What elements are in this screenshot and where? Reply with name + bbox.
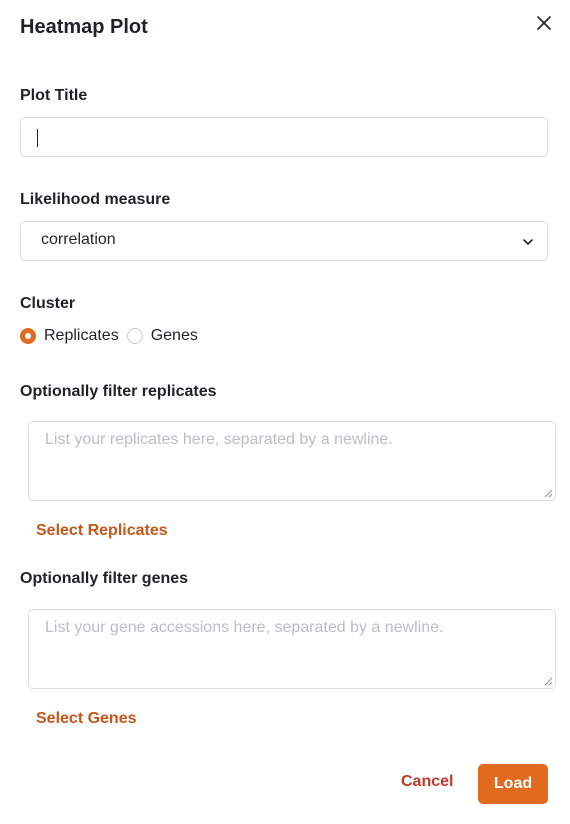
cancel-button[interactable]: Cancel: [401, 773, 453, 791]
cluster-radio-group: Replicates Genes: [20, 326, 198, 346]
dialog-title: Heatmap Plot: [20, 16, 148, 38]
likelihood-measure-select[interactable]: correlation: [20, 221, 548, 261]
text-caret: [37, 129, 38, 147]
close-button[interactable]: [534, 13, 554, 33]
replicates-placeholder: List your replicates here, separated by …: [45, 431, 393, 448]
select-genes-button[interactable]: Select Genes: [36, 710, 137, 728]
close-icon: [537, 16, 551, 30]
resize-grip-icon[interactable]: [544, 677, 553, 686]
genes-placeholder: List your gene accessions here, separate…: [45, 619, 444, 636]
radio-checked-icon: [20, 328, 36, 344]
genes-textarea[interactable]: List your gene accessions here, separate…: [28, 609, 556, 689]
cluster-radio-genes[interactable]: Genes: [126, 327, 198, 345]
chevron-down-icon: [523, 239, 533, 245]
resize-grip-icon[interactable]: [544, 489, 553, 498]
likelihood-measure-label: Likelihood measure: [20, 191, 171, 208]
select-replicates-button[interactable]: Select Replicates: [36, 522, 168, 540]
replicates-filter-label: Optionally filter replicates: [20, 383, 217, 400]
replicates-textarea[interactable]: List your replicates here, separated by …: [28, 421, 556, 501]
load-button[interactable]: Load: [478, 764, 548, 804]
radio-unchecked-icon: [126, 328, 143, 344]
cluster-label: Cluster: [20, 295, 76, 312]
radio-label-replicates: Replicates: [44, 327, 119, 344]
cluster-radio-replicates[interactable]: Replicates: [20, 327, 119, 345]
genes-filter-label: Optionally filter genes: [20, 570, 189, 587]
likelihood-measure-value: correlation: [41, 231, 116, 248]
plot-title-label: Plot Title: [20, 87, 88, 104]
radio-label-genes: Genes: [150, 327, 198, 344]
plot-title-input[interactable]: [20, 117, 548, 157]
heatmap-plot-dialog: Heatmap Plot Plot Title Likelihood measu…: [0, 0, 570, 824]
